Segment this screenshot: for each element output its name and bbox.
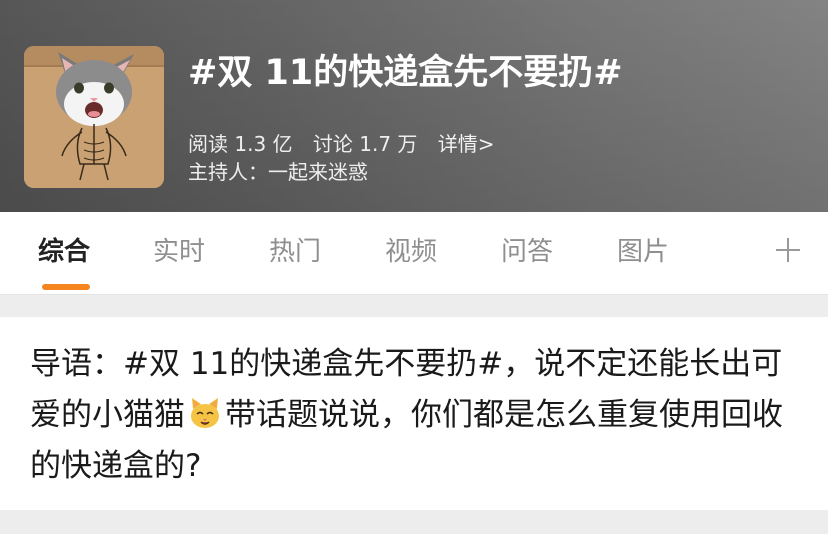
- plus-icon[interactable]: [770, 232, 806, 268]
- tab-pictures[interactable]: 图片: [617, 234, 669, 270]
- intro-card: 导语：#双 11的快递盒先不要扔#，说不定还能长出可爱的小猫猫 带话题说说，你们…: [0, 317, 828, 510]
- topic-cover-image[interactable]: [24, 46, 164, 188]
- tab-qa[interactable]: 问答: [501, 234, 553, 270]
- topic-host[interactable]: 主持人：一起来迷惑: [188, 159, 368, 185]
- topic-title: #双 11的快递盒先不要扔#: [188, 53, 623, 93]
- tab-realtime[interactable]: 实时: [153, 234, 205, 270]
- read-count: 阅读 1.3 亿: [188, 132, 293, 156]
- cat-face-icon: [187, 395, 223, 431]
- cat-in-box-image: [24, 46, 164, 188]
- tab-comprehensive[interactable]: 综合: [38, 234, 90, 270]
- discussion-count: 讨论 1.7 万: [312, 132, 418, 156]
- topic-stats: 阅读 1.3 亿 讨论 1.7 万 详情>: [188, 131, 495, 157]
- tab-video[interactable]: 视频: [385, 234, 437, 270]
- tab-hot[interactable]: 热门: [269, 234, 321, 270]
- detail-link[interactable]: 详情>: [438, 132, 495, 156]
- intro-text: 导语：#双 11的快递盒先不要扔#，说不定还能长出可爱的小猫猫 带话题说说，你们…: [30, 339, 790, 492]
- active-tab-indicator: [42, 284, 90, 290]
